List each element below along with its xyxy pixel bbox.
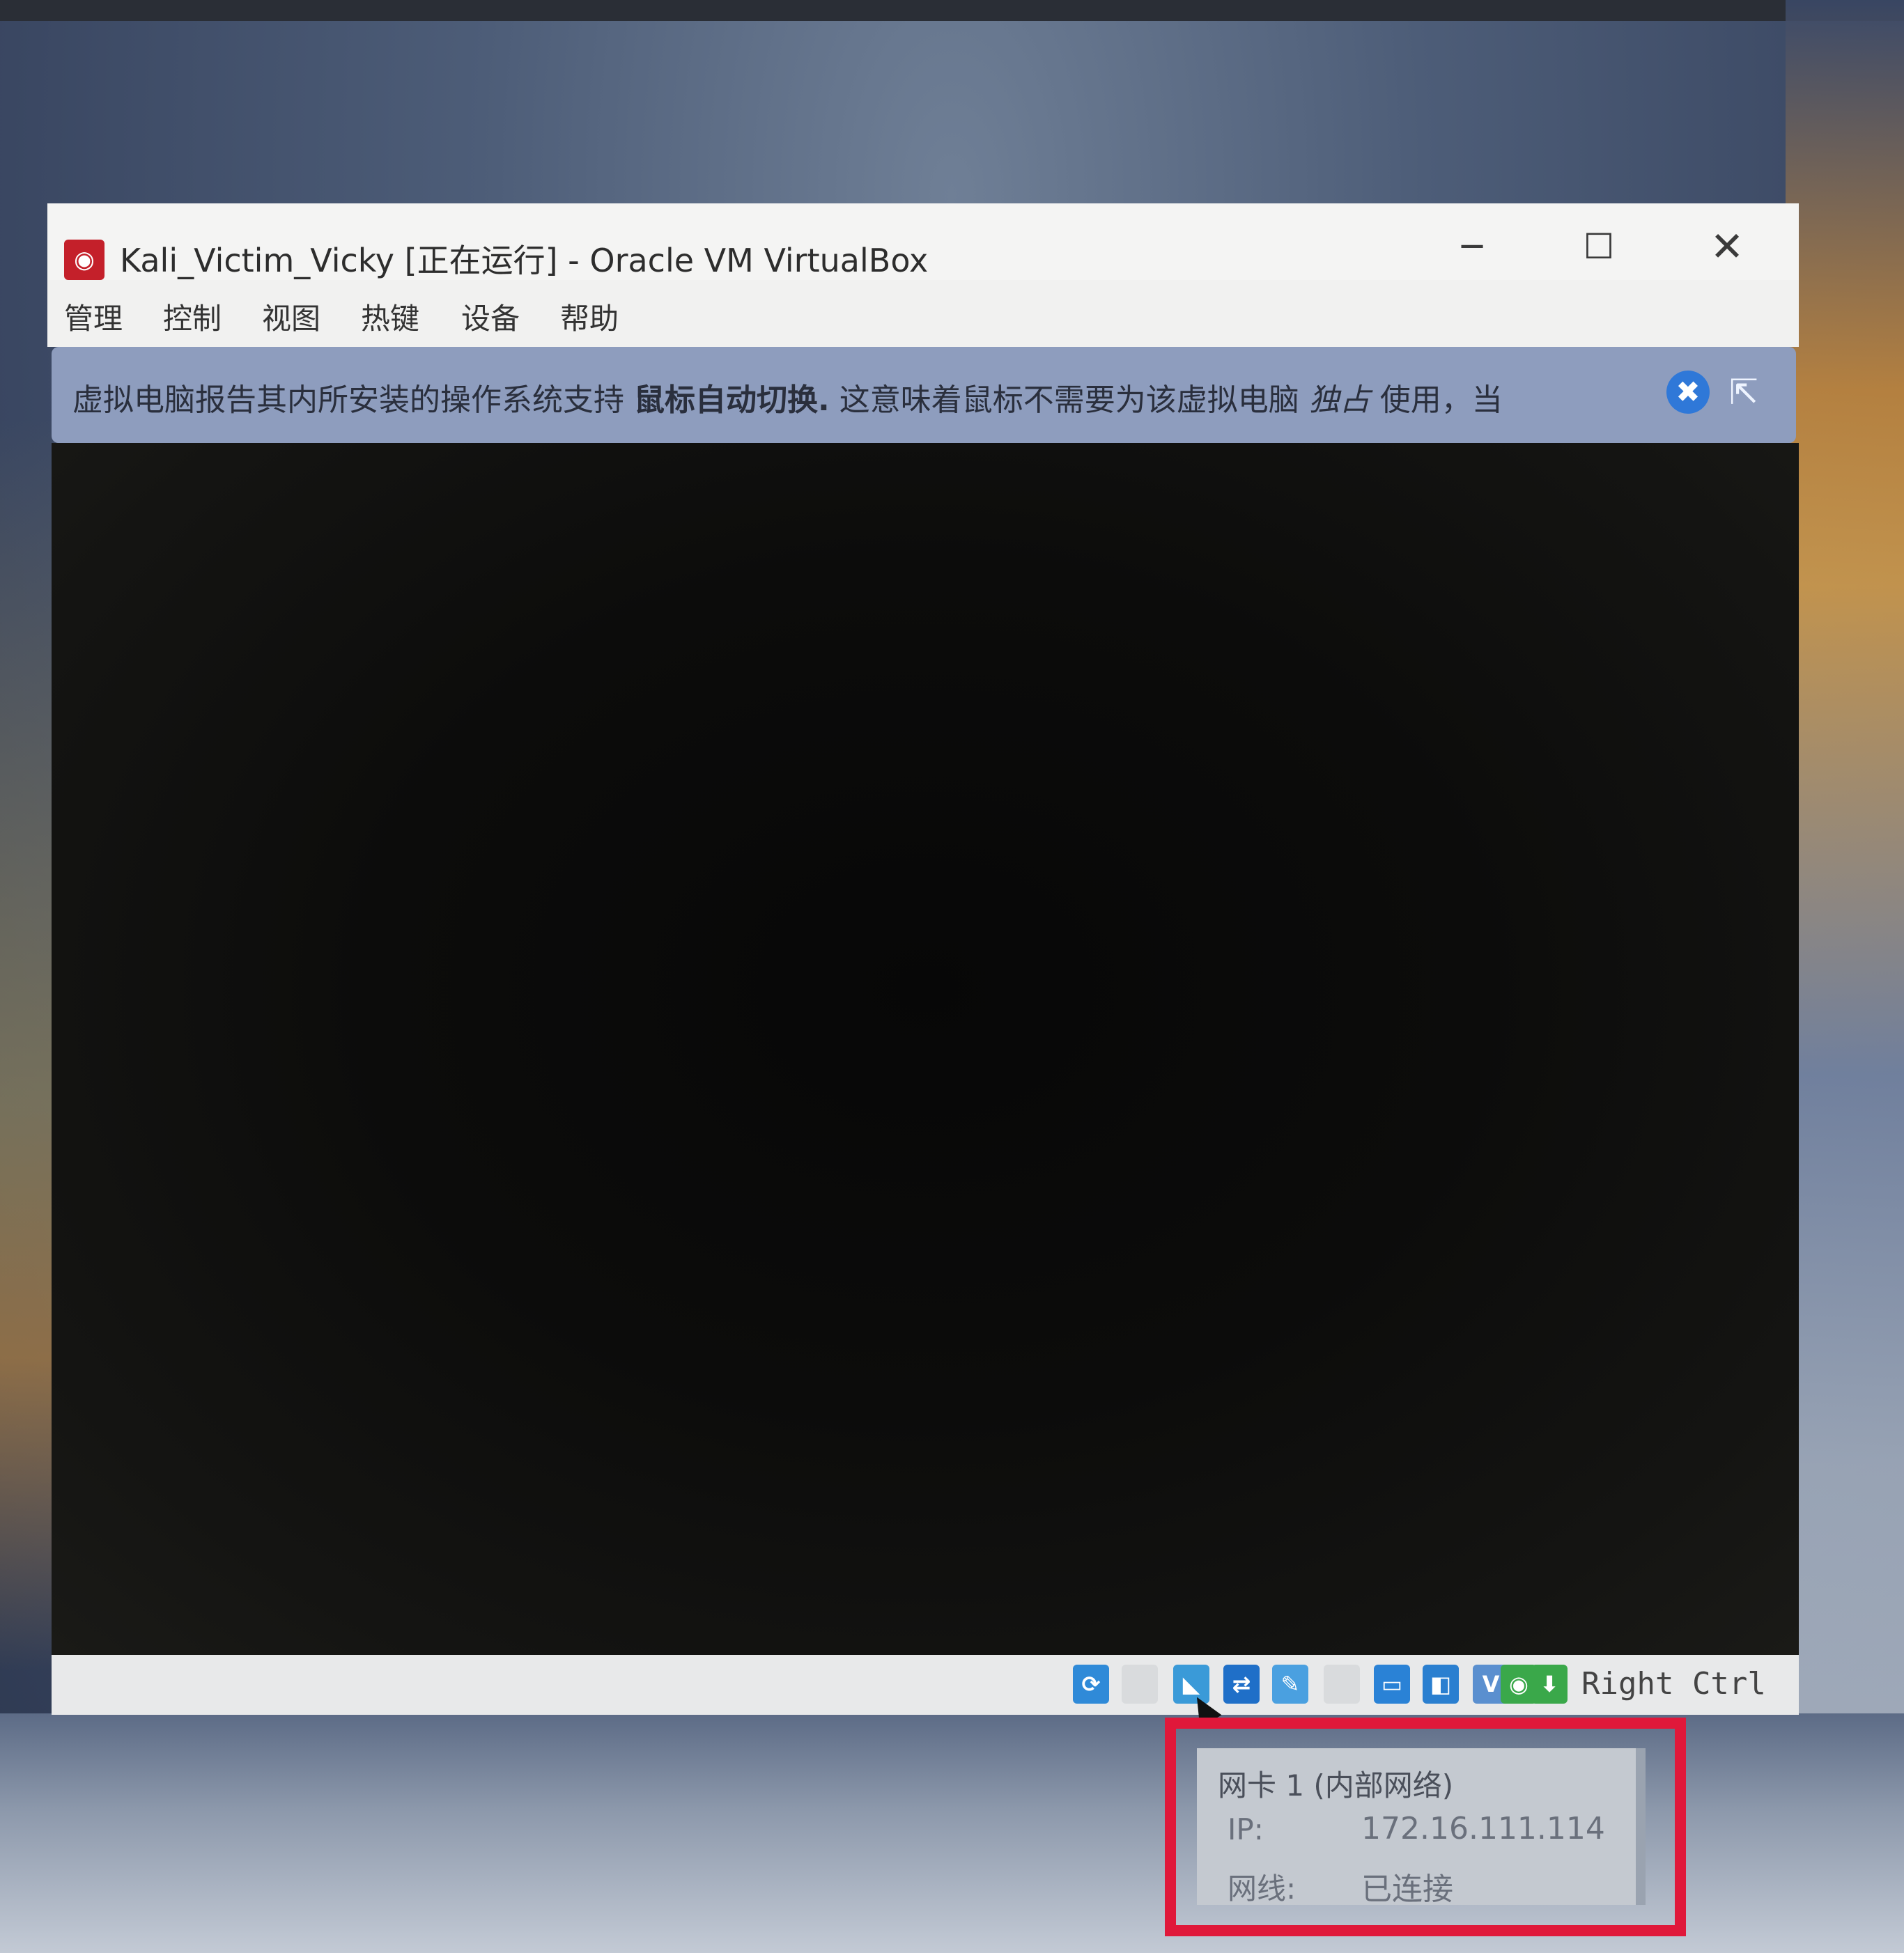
display-icon[interactable]: ▭ bbox=[1374, 1665, 1410, 1704]
notice-text-italic: 独占 bbox=[1308, 382, 1370, 418]
mouse-integration-notice: 虚拟电脑报告其内所安装的操作系统支持 鼠标自动切换. 这意味着鼠标不需要为该虚拟… bbox=[52, 347, 1796, 443]
menu-bar: 管理 控制 视图 热键 设备 帮助 bbox=[47, 280, 1799, 347]
notice-text-part1: 虚拟电脑报告其内所安装的操作系统支持 bbox=[72, 382, 634, 418]
menu-control[interactable]: 控制 bbox=[163, 295, 222, 338]
maximize-button[interactable]: ☐ bbox=[1561, 219, 1637, 274]
network-tooltip: 网卡 1 (内部网络) IP: 172.16.111.114 网线: 已连接 bbox=[1197, 1748, 1646, 1907]
host-key-label[interactable]: Right Ctrl bbox=[1581, 1666, 1766, 1702]
menu-hotkeys[interactable]: 热键 bbox=[361, 295, 419, 338]
vm-display[interactable] bbox=[52, 443, 1799, 1655]
hard-disk-icon[interactable]: ⟳ bbox=[1073, 1665, 1109, 1704]
window-title: Kali_Victim_Vicky [正在运行] - Oracle VM Vir… bbox=[120, 242, 929, 279]
tooltip-title: 网卡 1 (内部网络) bbox=[1218, 1768, 1454, 1803]
virtualbox-icon: ◉ bbox=[64, 240, 105, 280]
shared-folders-icon[interactable] bbox=[1324, 1665, 1360, 1704]
menu-help[interactable]: 帮助 bbox=[560, 295, 619, 338]
menu-manage[interactable]: 管理 bbox=[64, 295, 123, 338]
monitor-top-bezel bbox=[0, 0, 1904, 21]
close-button[interactable]: ✕ bbox=[1689, 219, 1765, 274]
ip-label: IP: bbox=[1228, 1812, 1264, 1846]
network-icon[interactable]: ⇄ bbox=[1223, 1665, 1260, 1704]
mouse-integration-icon[interactable]: ⇱ bbox=[1722, 371, 1765, 414]
notice-text-part3: 使用，当 bbox=[1370, 382, 1503, 418]
minimize-button[interactable]: ─ bbox=[1434, 219, 1510, 274]
notice-text-part2: 这意味着鼠标不需要为该虚拟电脑 bbox=[829, 382, 1309, 418]
cable-label: 网线: bbox=[1228, 1872, 1297, 1906]
cable-value: 已连接 bbox=[1361, 1872, 1453, 1907]
video-capture-icon[interactable]: ◧ bbox=[1423, 1665, 1459, 1704]
desktop-background-right bbox=[1786, 0, 1904, 1953]
status-bar: ⟳ ◣ ⇄ ✎ ▭ ◧ V ◉ ⬇ Right Ctrl bbox=[52, 1655, 1799, 1715]
usb-icon[interactable]: ✎ bbox=[1272, 1665, 1308, 1704]
menu-view[interactable]: 视图 bbox=[262, 295, 320, 338]
title-bar[interactable]: ◉ Kali_Victim_Vicky [正在运行] - Oracle VM V… bbox=[47, 203, 1799, 280]
ip-value: 172.16.111.114 bbox=[1361, 1811, 1605, 1846]
notice-text-bold: 鼠标自动切换. bbox=[634, 382, 830, 418]
close-notice-icon[interactable]: ✖ bbox=[1666, 371, 1710, 414]
download-icon[interactable]: ⬇ bbox=[1531, 1665, 1568, 1704]
menu-devices[interactable]: 设备 bbox=[461, 295, 520, 338]
notice-text: 虚拟电脑报告其内所安装的操作系统支持 鼠标自动切换. 这意味着鼠标不需要为该虚拟… bbox=[72, 375, 1503, 419]
virtualbox-window: ◉ Kali_Victim_Vicky [正在运行] - Oracle VM V… bbox=[47, 203, 1799, 1715]
optical-drive-icon[interactable] bbox=[1122, 1665, 1158, 1704]
